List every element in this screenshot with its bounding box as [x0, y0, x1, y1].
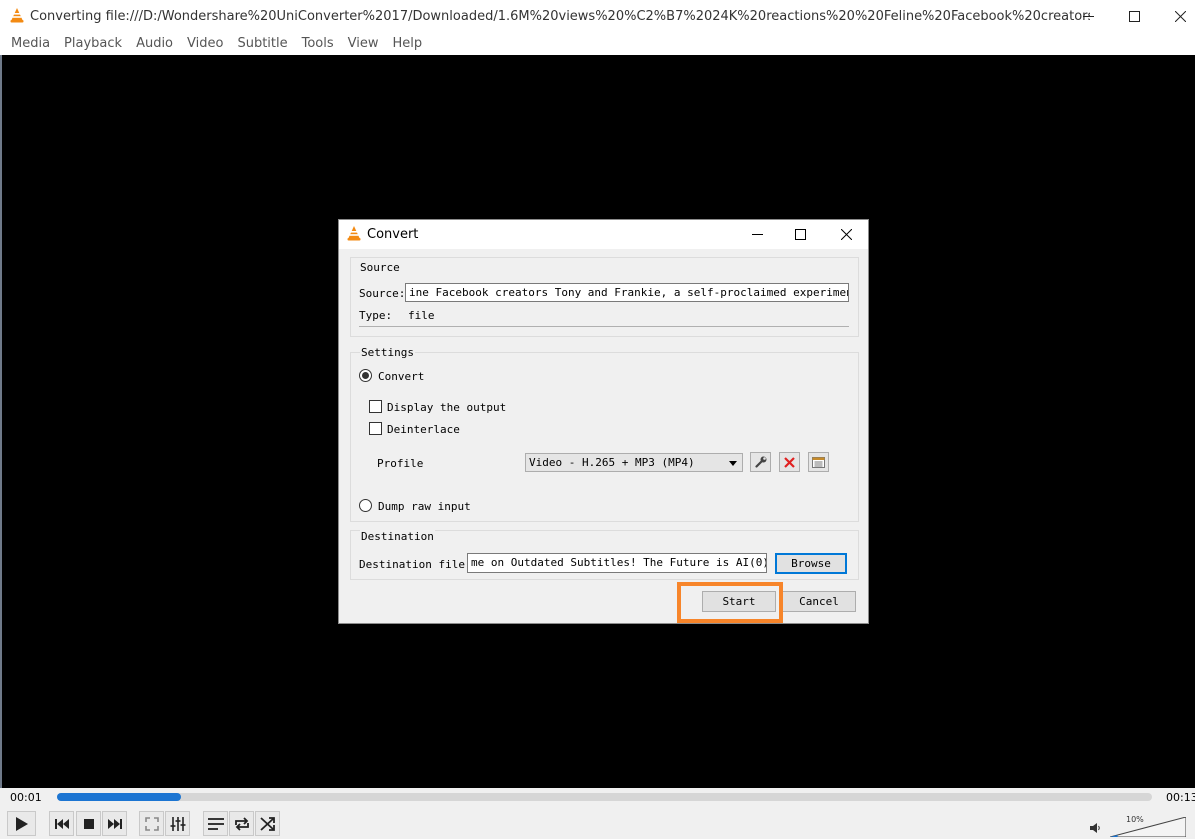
delete-icon: [784, 456, 795, 468]
new-profile-icon: [812, 457, 825, 468]
delete-profile-button[interactable]: [779, 452, 800, 472]
title-bar: Converting file:///D:/Wondershare%20UniC…: [0, 0, 1195, 32]
fullscreen-icon: [144, 816, 159, 831]
vlc-cone-icon: [10, 7, 24, 26]
menu-help[interactable]: Help: [386, 36, 430, 51]
time-total: 00:13: [1166, 791, 1195, 804]
deinterlace-label: Deinterlace: [387, 423, 460, 436]
next-icon: [107, 818, 122, 829]
convert-label: Convert: [378, 370, 425, 383]
time-elapsed: 00:01: [10, 791, 42, 804]
display-output-label: Display the output: [387, 401, 507, 414]
player-controls: 00:01 00:13 10%: [0, 788, 1195, 839]
loop-icon: [234, 816, 249, 831]
seek-bar[interactable]: [57, 793, 1152, 801]
minimize-button[interactable]: [1065, 0, 1111, 32]
menu-view[interactable]: View: [341, 36, 386, 51]
close-button[interactable]: [1157, 0, 1195, 32]
menu-tools[interactable]: Tools: [295, 36, 341, 51]
destination-file-field[interactable]: me on Outdated Subtitles! The Future is …: [467, 553, 767, 573]
source-label: Source:: [359, 287, 406, 300]
previous-button[interactable]: [49, 811, 74, 836]
menu-audio[interactable]: Audio: [129, 36, 180, 51]
destination-file-label: Destination file:: [359, 558, 472, 571]
profile-label: Profile: [377, 457, 424, 470]
playlist-icon: [207, 817, 224, 830]
shuffle-icon: [259, 816, 275, 831]
dialog-title: Convert: [367, 227, 419, 242]
dropdown-arrow-icon: [729, 461, 737, 466]
stop-icon: [83, 818, 94, 829]
type-label: Type:: [359, 309, 393, 322]
wrench-icon: [754, 456, 766, 468]
new-profile-button[interactable]: [808, 452, 829, 472]
settings-group-label: Settings: [360, 346, 415, 359]
menu-video[interactable]: Video: [180, 36, 230, 51]
cancel-button[interactable]: Cancel: [782, 591, 856, 612]
fullscreen-button[interactable]: [139, 811, 164, 836]
play-button[interactable]: [7, 811, 36, 836]
convert-dialog: Convert Source Source: ine Facebook crea…: [338, 219, 869, 624]
dump-raw-label: Dump raw input: [378, 500, 471, 513]
edit-profile-button[interactable]: [750, 452, 771, 472]
play-icon: [15, 816, 28, 831]
loop-button[interactable]: [229, 811, 254, 836]
dialog-title-bar: Convert: [339, 220, 868, 249]
previous-icon: [54, 818, 69, 829]
profile-select-value: Video - H.265 + MP3 (MP4): [529, 456, 695, 469]
start-button-highlight: [677, 582, 783, 623]
dialog-close-button[interactable]: [823, 220, 869, 249]
menu-media[interactable]: Media: [4, 36, 57, 51]
stop-button[interactable]: [76, 811, 101, 836]
destination-group-label: Destination: [360, 530, 435, 543]
vlc-cone-icon: [347, 225, 361, 244]
menu-subtitle[interactable]: Subtitle: [230, 36, 294, 51]
speaker-icon[interactable]: [1090, 822, 1102, 836]
source-group-label: Source: [360, 261, 400, 274]
shuffle-button[interactable]: [255, 811, 280, 836]
source-divider: [359, 326, 849, 327]
menu-playback[interactable]: Playback: [57, 36, 129, 51]
dump-raw-radio[interactable]: [359, 499, 372, 512]
equalizer-icon: [170, 816, 185, 831]
profile-select[interactable]: Video - H.265 + MP3 (MP4): [525, 453, 743, 472]
volume-slider[interactable]: [1110, 817, 1186, 837]
window-title: Converting file:///D:/Wondershare%20UniC…: [30, 8, 1090, 24]
playlist-button[interactable]: [203, 811, 228, 836]
next-button[interactable]: [102, 811, 127, 836]
dialog-maximize-button[interactable]: [777, 220, 823, 249]
type-value: file: [408, 309, 435, 322]
browse-button[interactable]: Browse: [775, 553, 847, 574]
dialog-minimize-button[interactable]: [734, 220, 780, 249]
volume-percentage: 10%: [1126, 815, 1144, 824]
settings-group: [350, 352, 859, 522]
source-field[interactable]: ine Facebook creators Tony and Frankie, …: [405, 283, 849, 302]
display-output-checkbox[interactable]: [369, 400, 382, 413]
deinterlace-checkbox[interactable]: [369, 422, 382, 435]
maximize-button[interactable]: [1111, 0, 1157, 32]
convert-radio[interactable]: [359, 369, 372, 382]
extended-settings-button[interactable]: [165, 811, 190, 836]
menu-bar: Media Playback Audio Video Subtitle Tool…: [0, 32, 1195, 55]
seek-bar-fill: [57, 793, 181, 801]
